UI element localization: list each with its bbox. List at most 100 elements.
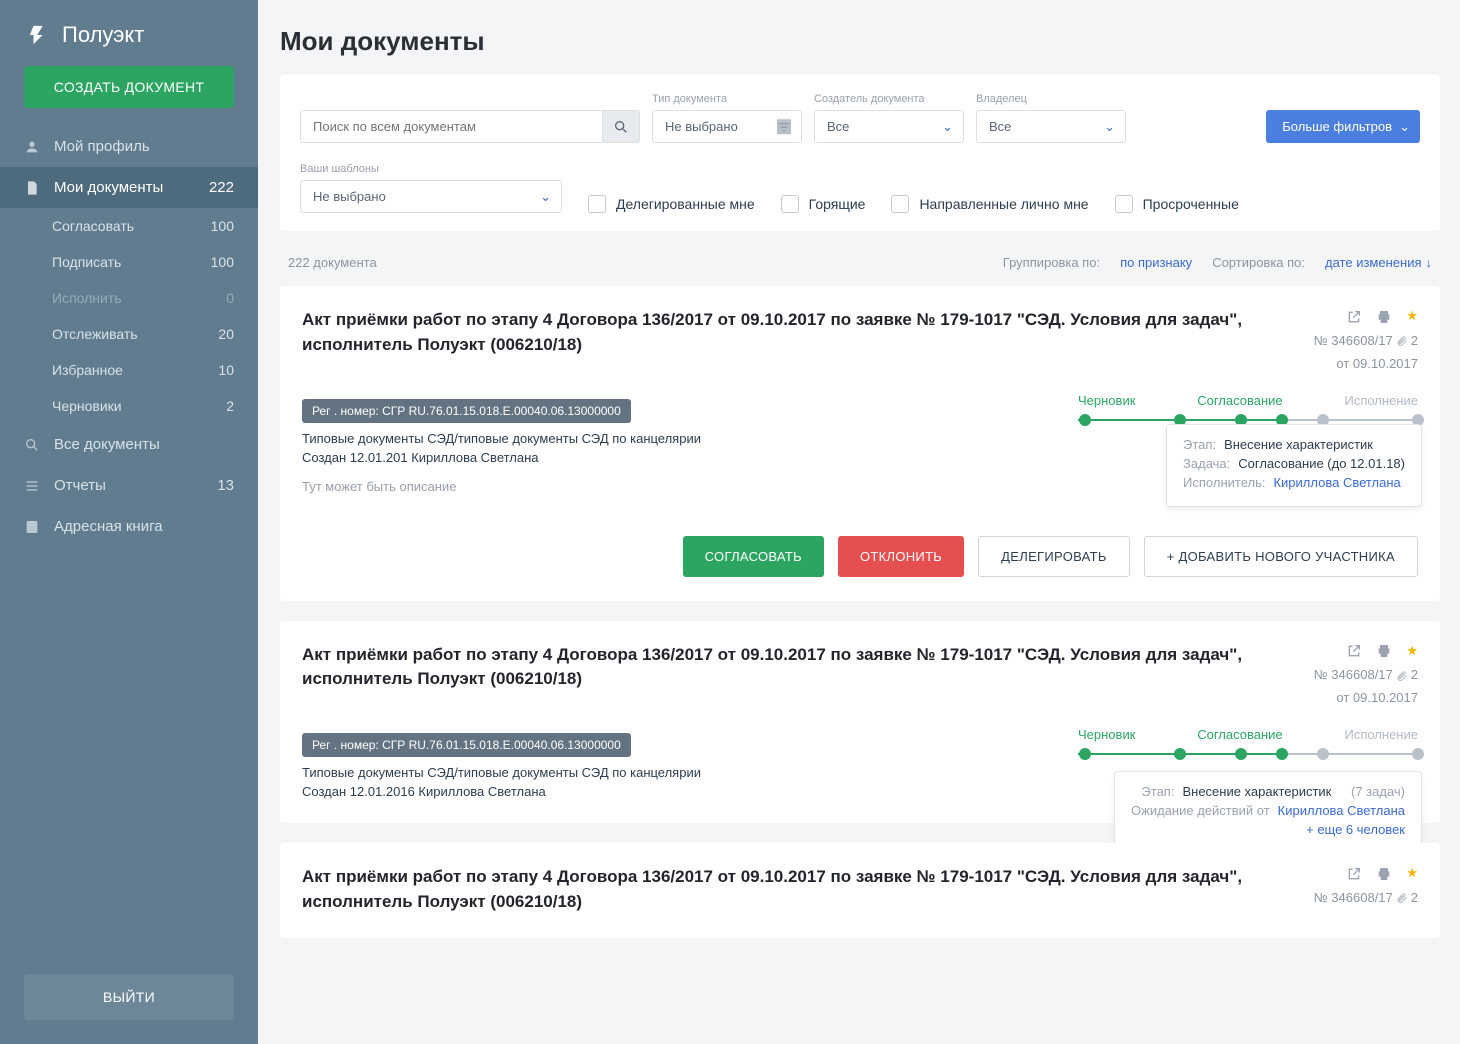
sidebar-item-drafts[interactable]: Черновики2 [0, 388, 258, 424]
card-action-icons: ★ [1346, 643, 1418, 660]
tooltip-stage-label: Этап: [1141, 784, 1174, 799]
more-filters-button[interactable]: Больше фильтров⌄ [1266, 110, 1420, 143]
create-document-button[interactable]: СОЗДАТЬ ДОКУМЕНТ [24, 66, 234, 108]
creator-select[interactable]: Все⌄ [814, 110, 964, 143]
filter-label: Владелец [976, 93, 1126, 105]
filter-creator: Создатель документа Все⌄ [814, 93, 964, 143]
document-icon [24, 180, 40, 196]
doctype-select[interactable]: Не выбрано [652, 110, 802, 143]
chevron-down-icon: ⌄ [1104, 119, 1115, 135]
sidebar-item-count: 20 [218, 326, 234, 342]
sidebar-item-label: Мой профиль [54, 138, 150, 155]
sort-label: Сортировка по: [1212, 255, 1305, 270]
workflow-labels: Черновик Согласование Исполнение [1078, 393, 1418, 408]
sidebar-item-label: Избранное [52, 362, 123, 378]
sidebar-item-count: 222 [209, 179, 234, 196]
checkbox-box [1115, 195, 1133, 213]
checkbox-hot[interactable]: Горящие [781, 195, 866, 213]
sidebar-item-watch[interactable]: Отслеживать20 [0, 316, 258, 352]
checkbox-box [891, 195, 909, 213]
filter-owner: Владелец Все ⌄ [976, 93, 1126, 143]
tooltip-wait-value[interactable]: Кириллова Светлана [1278, 803, 1405, 818]
open-icon[interactable] [1346, 643, 1362, 660]
tooltip-wait-extra[interactable]: + еще 6 человек [1306, 822, 1405, 837]
sidebar-item-reports[interactable]: Отчеты 13 [0, 465, 258, 506]
main-content: Мои документы Тип документа Не выбрано С… [258, 0, 1460, 1044]
print-icon[interactable] [1376, 643, 1392, 660]
add-participant-button[interactable]: + ДОБАВИТЬ НОВОГО УЧАСТНИКА [1144, 536, 1418, 577]
select-value: Не выбрано [313, 189, 386, 204]
workflow-stage-execute: Исполнение [1344, 727, 1418, 742]
reg-number-badge: Рег . номер: СГР RU.76.01.15.018.Е.00040… [302, 399, 631, 423]
document-title[interactable]: Акт приёмки работ по этапу 4 Договора 13… [302, 865, 1298, 914]
app-logo[interactable]: Полуэкт [0, 0, 258, 66]
sidebar-item-approve[interactable]: Согласовать100 [0, 208, 258, 244]
open-icon[interactable] [1346, 308, 1362, 325]
decline-button[interactable]: ОТКЛОНИТЬ [838, 536, 964, 577]
sidebar-item-label: Согласовать [52, 218, 134, 234]
sort-value-text: дате изменения [1325, 255, 1421, 270]
workflow-stage-draft: Черновик [1078, 393, 1135, 408]
select-value: Все [827, 119, 849, 134]
document-title[interactable]: Акт приёмки работ по этапу 4 Договора 13… [302, 643, 1298, 706]
delegate-button[interactable]: ДЕЛЕГИРОВАТЬ [978, 536, 1130, 577]
select-value: Все [989, 119, 1011, 134]
document-card: Акт приёмки работ по этапу 4 Договора 13… [280, 621, 1440, 824]
sidebar-item-sign[interactable]: Подписать100 [0, 244, 258, 280]
checkbox-personal[interactable]: Направленные лично мне [891, 195, 1088, 213]
group-value[interactable]: по признаку [1120, 255, 1192, 270]
sidebar-item-execute[interactable]: Исполнить0 [0, 280, 258, 316]
search-icon [613, 119, 629, 135]
tooltip-executor-value[interactable]: Кириллова Светлана [1273, 475, 1400, 490]
star-icon[interactable]: ★ [1406, 643, 1418, 659]
card-action-icons: ★ [1346, 865, 1418, 882]
document-title[interactable]: Акт приёмки работ по этапу 4 Договора 13… [302, 308, 1298, 371]
checkbox-overdue[interactable]: Просроченные [1115, 195, 1239, 213]
logo-icon [28, 24, 50, 46]
checkbox-label: Горящие [809, 196, 866, 212]
app-name: Полуэкт [62, 22, 144, 48]
owner-select[interactable]: Все ⌄ [976, 110, 1126, 143]
logout-button[interactable]: ВЫЙТИ [24, 974, 234, 1020]
document-number: № 346608/17 [1314, 333, 1393, 348]
sidebar-item-label: Подписать [52, 254, 121, 270]
chevron-down-icon: ⌄ [540, 189, 551, 205]
search-button[interactable] [602, 110, 640, 143]
tooltip-stage-value: Внесение характеристик [1224, 437, 1373, 452]
filter-doctype: Тип документа Не выбрано [652, 93, 802, 143]
search-input[interactable] [300, 110, 602, 143]
checkbox-box [588, 195, 606, 213]
sidebar-item-favorites[interactable]: Избранное10 [0, 352, 258, 388]
document-number-row: № 346608/172 [1314, 667, 1418, 682]
card-details: Рег . номер: СГР RU.76.01.15.018.Е.00040… [302, 385, 1048, 494]
sidebar-item-profile[interactable]: Мой профиль [0, 126, 258, 167]
document-number: № 346608/17 [1314, 667, 1393, 682]
created-info: Создан 12.01.2016 Кириллова Светлана [302, 784, 1048, 799]
user-icon [24, 139, 40, 155]
templates-select[interactable]: Не выбрано ⌄ [300, 180, 562, 213]
document-card: Акт приёмки работ по этапу 4 Договора 13… [280, 286, 1440, 601]
tooltip-stage-label: Этап: [1183, 437, 1216, 452]
sidebar-item-all-documents[interactable]: Все документы [0, 424, 258, 465]
filter-templates: Ваши шаблоны Не выбрано⌄ [300, 163, 562, 213]
paperclip-icon [1396, 667, 1408, 682]
workflow: Черновик Согласование Исполнение [1078, 727, 1418, 760]
print-icon[interactable] [1376, 308, 1392, 325]
open-icon[interactable] [1346, 865, 1362, 882]
tooltip-stage-value: Внесение характеристик [1182, 784, 1331, 799]
workflow-stage-draft: Черновик [1078, 727, 1135, 742]
sidebar-item-addressbook[interactable]: Адресная книга [0, 506, 258, 547]
star-icon[interactable]: ★ [1406, 308, 1418, 324]
checkbox-delegated[interactable]: Делегированные мне [588, 195, 755, 213]
sidebar-item-my-documents[interactable]: Мои документы 222 [0, 167, 258, 208]
star-icon[interactable]: ★ [1406, 865, 1418, 881]
print-icon[interactable] [1376, 865, 1392, 882]
sort-value[interactable]: дате изменения↓ [1325, 255, 1432, 270]
chevron-down-icon: ⌄ [1399, 119, 1410, 135]
workflow: Черновик Согласование Исполнение [1078, 393, 1418, 426]
approve-button[interactable]: СОГЛАСОВАТЬ [683, 536, 824, 577]
document-type: Типовые документы СЭД/типовые документы … [302, 765, 1048, 780]
tooltip-task-value: Согласование (до 12.01.18) [1238, 456, 1405, 471]
workflow-tooltip: Этап:Внесение характеристик (7 задач) Ож… [1114, 771, 1422, 854]
search-wrap [300, 110, 640, 143]
